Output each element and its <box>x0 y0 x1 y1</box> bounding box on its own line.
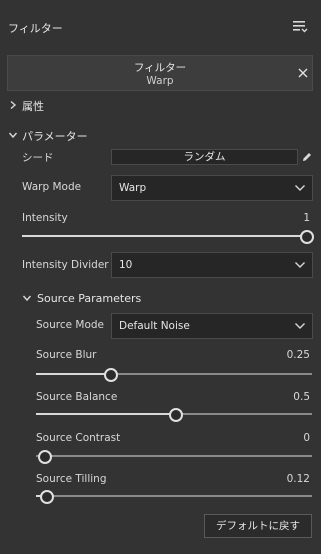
pencil-icon[interactable] <box>301 151 313 163</box>
chevron-down-icon[interactable] <box>8 130 18 140</box>
source-blur-slider-fill <box>36 373 111 375</box>
source-tilling-slider-track[interactable] <box>36 495 312 497</box>
intensity-slider-track[interactable] <box>22 235 306 237</box>
reset-to-default-button[interactable]: デフォルトに戻す <box>204 514 312 538</box>
chevron-down-icon <box>295 185 305 191</box>
source-contrast-slider-thumb[interactable] <box>38 450 52 464</box>
panel-title: フィルター <box>8 22 63 35</box>
section-attributes[interactable]: 属性 <box>22 98 44 114</box>
intensity-slider-thumb[interactable] <box>300 230 314 244</box>
source-tilling-slider-thumb[interactable] <box>40 490 54 504</box>
filter-label: フィルター <box>133 62 187 74</box>
chevron-down-icon <box>295 323 305 329</box>
seed-label: シード <box>22 152 54 164</box>
source-blur-label: Source Blur <box>36 349 97 361</box>
chevron-down-icon[interactable] <box>22 293 32 303</box>
source-contrast-slider-track[interactable] <box>36 455 312 457</box>
warp-mode-value: Warp <box>119 182 147 194</box>
source-mode-select[interactable]: Default Noise <box>111 313 313 339</box>
filter-value: Warp <box>146 75 174 87</box>
source-blur-value: 0.25 <box>286 349 310 361</box>
close-icon[interactable] <box>296 66 310 80</box>
intensity-value: 1 <box>303 212 310 224</box>
chevron-down-icon <box>295 262 305 268</box>
source-blur-slider-track[interactable] <box>36 373 312 375</box>
filter-selector[interactable]: フィルター Warp <box>7 55 313 91</box>
source-blur-slider-thumb[interactable] <box>104 368 118 382</box>
intensity-divider-value: 10 <box>119 259 133 271</box>
source-mode-value: Default Noise <box>119 320 190 332</box>
source-balance-label: Source Balance <box>36 391 118 403</box>
section-parameters[interactable]: パラメーター <box>22 128 88 144</box>
random-seed-button[interactable]: ランダム <box>111 149 298 165</box>
intensity-divider-select[interactable]: 10 <box>111 252 313 278</box>
source-balance-value: 0.5 <box>293 391 310 403</box>
intensity-label: Intensity <box>22 212 68 224</box>
source-balance-slider-fill <box>36 413 174 415</box>
source-tilling-value: 0.12 <box>286 473 310 485</box>
intensity-divider-label: Intensity Divider <box>22 259 109 271</box>
intensity-slider-fill <box>22 235 306 237</box>
source-contrast-value: 0 <box>303 432 310 444</box>
source-contrast-label: Source Contrast <box>36 432 121 444</box>
random-seed-label: ランダム <box>183 151 226 163</box>
source-balance-slider-thumb[interactable] <box>169 408 183 422</box>
warp-mode-label: Warp Mode <box>22 181 82 193</box>
section-source-parameters[interactable]: Source Parameters <box>37 292 141 305</box>
chevron-right-icon[interactable] <box>8 100 18 110</box>
menu-icon[interactable] <box>292 18 308 34</box>
warp-mode-select[interactable]: Warp <box>111 175 313 201</box>
source-tilling-label: Source Tilling <box>36 473 107 485</box>
source-mode-label: Source Mode <box>36 319 105 331</box>
